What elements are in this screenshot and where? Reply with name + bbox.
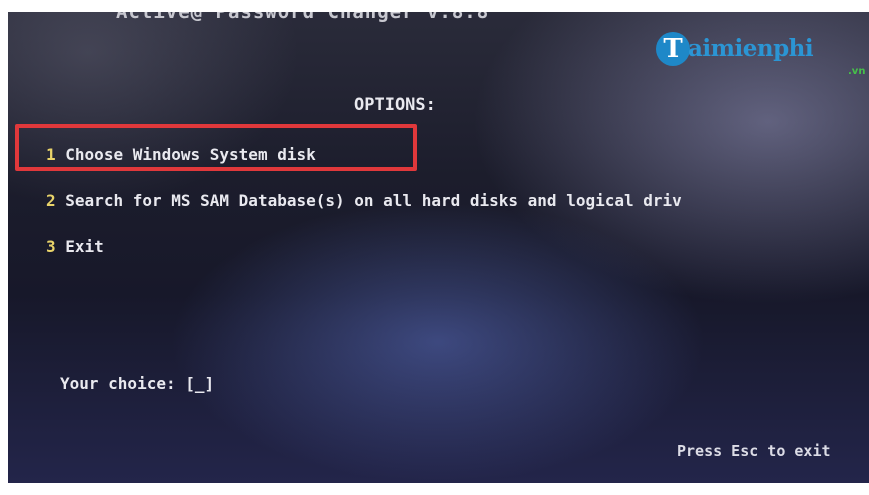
- logo-suffix: .vn: [848, 66, 866, 77]
- choice-prompt-input[interactable]: Your choice: [_]: [60, 374, 214, 393]
- menu-option-number: 3: [46, 237, 56, 256]
- app-title: Active@ Password Changer v.8.8: [116, 12, 490, 23]
- logo-badge: T: [656, 32, 690, 66]
- menu-option-exit[interactable]: 3 Exit: [46, 237, 104, 256]
- menu-option-label: Choose Windows System disk: [65, 145, 316, 164]
- menu-option-search-sam[interactable]: 2 Search for MS SAM Database(s) on all h…: [46, 191, 682, 210]
- menu-option-number: 2: [46, 191, 56, 210]
- menu-option-label: Exit: [65, 237, 104, 256]
- menu-option-choose-disk[interactable]: 1 Choose Windows System disk: [46, 145, 316, 164]
- menu-option-number: 1: [46, 145, 56, 164]
- watermark-logo: T aimienphi .vn: [656, 32, 869, 92]
- options-heading: OPTIONS:: [354, 95, 436, 115]
- esc-hint: Press Esc to exit: [677, 442, 831, 460]
- menu-option-label: Search for MS SAM Database(s) on all har…: [65, 191, 682, 210]
- dos-screen: Active@ Password Changer v.8.8 T aimienp…: [8, 12, 869, 483]
- logo-text: aimienphi: [688, 35, 814, 62]
